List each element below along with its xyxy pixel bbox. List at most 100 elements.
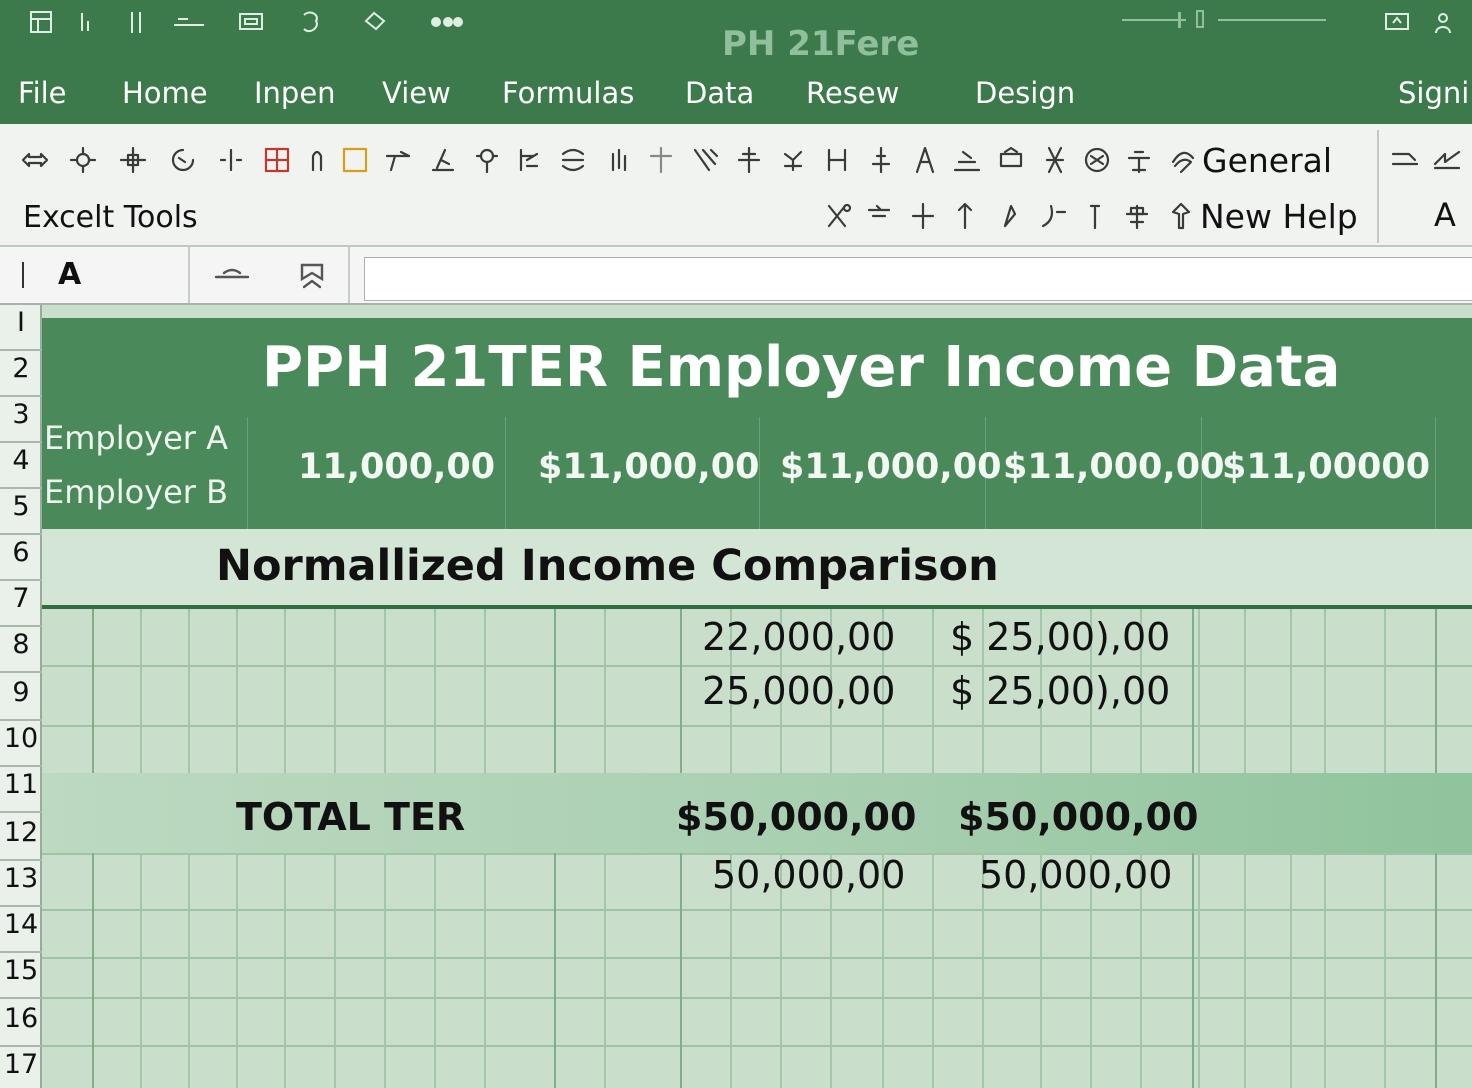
name-box[interactable]: A: [0, 247, 190, 303]
row-number[interactable]: 16: [0, 1003, 42, 1034]
scissors-icon[interactable]: [820, 196, 858, 236]
pin-icon[interactable]: [1076, 196, 1114, 236]
bell-icon[interactable]: [298, 140, 336, 180]
row-number[interactable]: 4: [0, 445, 42, 476]
align-icon[interactable]: [948, 140, 986, 180]
font-button[interactable]: A: [1434, 196, 1456, 234]
wave-icon[interactable]: [554, 140, 592, 180]
row-number[interactable]: 14: [0, 909, 42, 940]
border-box-icon[interactable]: [336, 140, 374, 180]
number-format-dropdown[interactable]: General: [1202, 141, 1332, 180]
move-icon[interactable]: [16, 140, 54, 180]
total-sub-cell[interactable]: 50,000,00: [712, 853, 905, 897]
row-number[interactable]: 3: [0, 399, 42, 430]
total-value-cell[interactable]: $50,000,00: [958, 795, 1198, 839]
minus-icon[interactable]: [172, 8, 206, 36]
quill-icon[interactable]: [990, 196, 1028, 236]
row-number[interactable]: 17: [0, 1049, 42, 1080]
tab-design[interactable]: Design: [975, 76, 1075, 110]
row-number[interactable]: 15: [0, 955, 42, 986]
hierarchy-icon[interactable]: [1118, 196, 1156, 236]
employer-value-cell[interactable]: $11,000,00: [780, 447, 1001, 487]
tab-formulas[interactable]: Formulas: [502, 76, 634, 110]
tab-data[interactable]: Data: [685, 76, 754, 110]
worksheet-grid[interactable]: PPH 21TER Employer Income Data Employer …: [0, 305, 1472, 1088]
key-icon[interactable]: [468, 140, 506, 180]
wrench-icon[interactable]: [1036, 140, 1074, 180]
total-label[interactable]: TOTAL TER: [236, 795, 465, 839]
row-number[interactable]: I: [0, 307, 42, 338]
indent-icon[interactable]: [1386, 138, 1424, 178]
plus-icon[interactable]: [730, 140, 768, 180]
split-icon[interactable]: [212, 140, 250, 180]
employer-value-cell[interactable]: $11,000,00: [538, 447, 759, 487]
anchor-icon[interactable]: [862, 140, 900, 180]
income-cell[interactable]: 22,000,00: [702, 615, 895, 659]
row-number[interactable]: 11: [0, 769, 42, 800]
arrow-up-icon[interactable]: [946, 196, 984, 236]
formula-input[interactable]: [364, 257, 1472, 301]
row-number[interactable]: 12: [0, 817, 42, 848]
redo-icon[interactable]: [124, 8, 150, 36]
tab-home[interactable]: Home: [122, 76, 208, 110]
outdent-icon[interactable]: [1428, 138, 1466, 178]
row-number[interactable]: 13: [0, 863, 42, 894]
row-number[interactable]: 2: [0, 353, 42, 384]
tab-file[interactable]: File: [18, 76, 67, 110]
employer-value-cell[interactable]: $11,00000: [1222, 447, 1430, 487]
employer-b-label[interactable]: Employer B: [44, 473, 228, 511]
employer-value-cell[interactable]: $11,000,00: [1003, 447, 1224, 487]
screen-icon[interactable]: [238, 8, 264, 36]
pen-icon[interactable]: [424, 140, 462, 180]
cancel-formula-icon[interactable]: [210, 257, 254, 293]
curve-icon[interactable]: [1034, 196, 1072, 236]
cross-icon[interactable]: [642, 140, 680, 180]
new-help-button[interactable]: New Help: [1200, 197, 1358, 236]
total-sub-cell[interactable]: 50,000,00: [979, 853, 1172, 897]
row-number[interactable]: 10: [0, 723, 42, 754]
row-number[interactable]: 6: [0, 537, 42, 568]
brush-icon[interactable]: [380, 140, 418, 180]
figure-icon[interactable]: [510, 140, 548, 180]
crosshair-icon[interactable]: [114, 140, 152, 180]
total-value-cell[interactable]: $50,000,00: [676, 795, 916, 839]
lines-icon[interactable]: [860, 196, 898, 236]
hand-icon[interactable]: [600, 140, 638, 180]
rotate-icon[interactable]: [164, 140, 202, 180]
income-cell[interactable]: $ 25,00),00: [950, 669, 1170, 713]
income-cell[interactable]: $ 25,00),00: [950, 615, 1170, 659]
section-title[interactable]: Normallized Income Comparison: [216, 541, 999, 591]
tag-icon[interactable]: [362, 8, 388, 36]
undo-icon[interactable]: [74, 8, 100, 36]
window-restore-icon[interactable]: [1196, 10, 1204, 28]
insert-function-icon[interactable]: [290, 257, 334, 293]
grid-table-icon[interactable]: [258, 140, 296, 180]
sheet-title[interactable]: PPH 21TER Employer Income Data: [262, 335, 1340, 400]
row-number[interactable]: 5: [0, 491, 42, 522]
text-a-icon[interactable]: [906, 140, 944, 180]
save-icon[interactable]: [28, 8, 54, 36]
income-cell[interactable]: 25,000,00: [702, 669, 895, 713]
employer-value-cell[interactable]: 11,000,00: [298, 447, 495, 487]
shears-icon[interactable]: [686, 140, 724, 180]
row-number[interactable]: 7: [0, 583, 42, 614]
share-icon[interactable]: [1384, 8, 1410, 36]
fingerprint-icon[interactable]: [1164, 140, 1202, 180]
car-icon[interactable]: [992, 140, 1030, 180]
help-icon[interactable]: [1162, 196, 1200, 236]
tab-view[interactable]: View: [382, 76, 451, 110]
more-icon[interactable]: [428, 8, 464, 36]
cross-plus-icon[interactable]: [904, 196, 942, 236]
row-number[interactable]: 8: [0, 629, 42, 660]
row-number[interactable]: 9: [0, 677, 42, 708]
tab-sign-in[interactable]: Signi: [1398, 76, 1469, 110]
account-icon[interactable]: [1432, 8, 1458, 36]
dancer-icon[interactable]: [774, 140, 812, 180]
tab-insert[interactable]: Inpen: [254, 76, 336, 110]
employer-a-label[interactable]: Employer A: [44, 419, 228, 457]
refresh-icon[interactable]: [298, 8, 324, 36]
globe-icon[interactable]: [1078, 140, 1116, 180]
tab-review[interactable]: Resew: [806, 76, 899, 110]
ladder-icon[interactable]: [818, 140, 856, 180]
lamp-icon[interactable]: [1120, 140, 1158, 180]
